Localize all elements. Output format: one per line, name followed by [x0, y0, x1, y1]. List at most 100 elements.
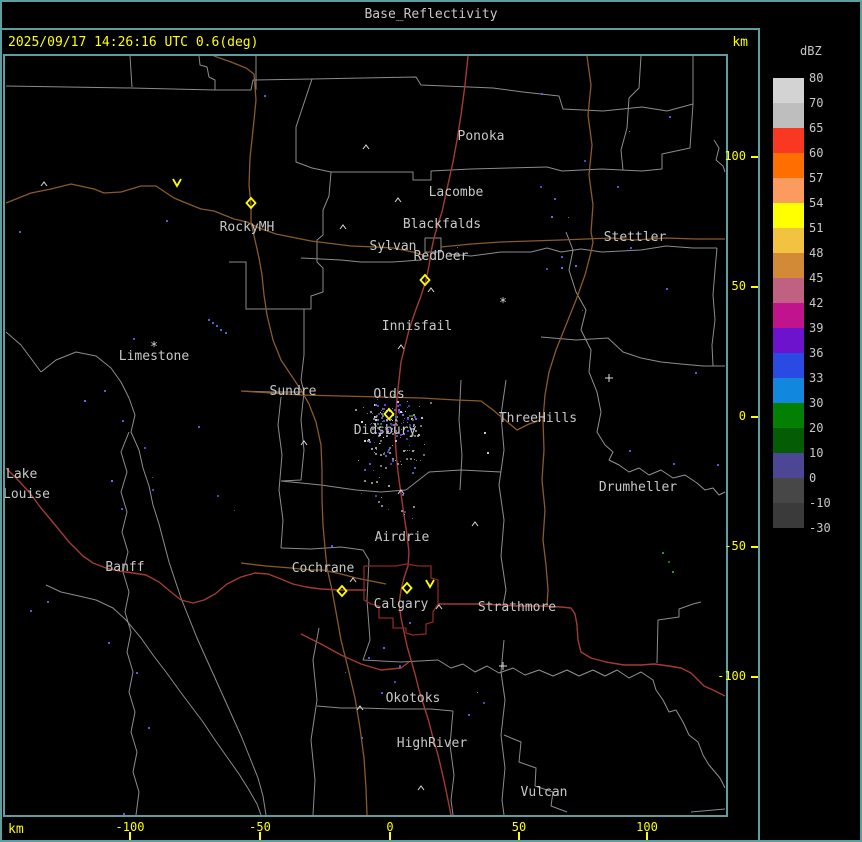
legend-tick-label: 36: [809, 346, 824, 360]
radar-echo-dot: [662, 552, 664, 554]
radar-echo-dot: [372, 413, 373, 414]
radar-echo-dot: [364, 480, 366, 482]
radar-echo-dot: [414, 450, 415, 451]
city-label: Airdrie: [375, 530, 430, 545]
map-line: [546, 56, 694, 172]
map-line: [5, 331, 42, 373]
legend-swatch: [773, 178, 804, 203]
plus-marker-icon: [499, 662, 507, 670]
radar-map[interactable]: * * Ponoka Lacombe Blackfalds Sylvan RedDeer St…: [3, 54, 728, 817]
legend-swatch: [773, 328, 804, 353]
radar-echo-dot: [546, 268, 548, 270]
radar-echo-dot: [198, 426, 200, 428]
radar-echo-dot: [551, 216, 553, 218]
right-axis-unit-label: km: [732, 35, 748, 50]
radar-echo-dot: [380, 454, 382, 456]
legend-tick-label: -30: [809, 521, 831, 535]
map-line: [690, 808, 726, 813]
legend-units-label: dBZ: [800, 44, 822, 58]
caret-marker-icon: [40, 181, 48, 187]
map-line: [250, 221, 368, 816]
radar-echo-dot: [554, 198, 556, 200]
radar-echo-dot: [379, 477, 380, 478]
radar-echo-dot: [395, 440, 397, 442]
radar-echo-dot: [541, 93, 543, 95]
legend-tick-label: 54: [809, 196, 824, 210]
radar-map-canvas[interactable]: **PonokaLacombeBlackfaldsSylvanRedDeerSt…: [3, 55, 726, 816]
radar-echo-dot: [30, 610, 32, 612]
radar-echo-dot: [629, 450, 631, 452]
radar-echo-dot: [695, 372, 697, 374]
radar-echo-dot: [152, 489, 154, 491]
radar-echo-dot: [407, 401, 408, 402]
radar-echo-dot: [389, 447, 391, 449]
radar-echo-dot: [369, 441, 371, 443]
radar-echo-dot: [413, 414, 415, 416]
radar-echo-dot: [385, 455, 387, 457]
radar-echo-dot: [220, 329, 222, 331]
legend-swatch: [773, 503, 804, 528]
radar-echo-dot: [381, 410, 382, 411]
window-title-bar: Base_Reflectivity: [2, 2, 860, 30]
radar-echo-dot: [381, 497, 382, 498]
radar-echo-dot: [717, 464, 719, 466]
city-label: Olds: [373, 387, 404, 402]
legend-tick-label: 20: [809, 421, 824, 435]
map-line: [316, 705, 454, 712]
legend-swatch: [773, 228, 804, 253]
map-line: [310, 627, 320, 816]
dbz-legend: dBZ 80 70 65 60 57 54 51 48 45 42 39 36 33 30 20 10 0 -10…: [758, 28, 860, 840]
map-line: [362, 659, 439, 663]
legend-swatch: [773, 153, 804, 178]
radar-echo-dot: [382, 421, 383, 422]
status-header: 2025/09/17 14:26:16 UTC 0.6(deg) km: [2, 30, 758, 56]
radar-echo-dot: [419, 406, 420, 407]
radar-echo-dot: [19, 231, 21, 233]
radar-echo-dot: [225, 332, 227, 334]
radar-echo-dot: [375, 447, 377, 449]
radar-echo-dot: [392, 445, 393, 446]
radar-echo-dot: [234, 510, 235, 511]
radar-echo-dot: [487, 452, 489, 454]
radar-echo-dot: [409, 622, 411, 624]
caret-marker-icon: [349, 577, 357, 583]
radar-echo-dot: [409, 445, 410, 446]
radar-echo-dot: [404, 514, 405, 515]
radar-echo-dot: [392, 408, 393, 409]
radar-echo-dot: [420, 425, 422, 427]
radar-echo-dot: [398, 409, 400, 411]
caret-marker-icon: [471, 521, 479, 527]
bottom-axis-tick-label: 50: [511, 820, 527, 834]
radar-echo-dot: [122, 420, 124, 422]
station-diamond-icon: [401, 581, 413, 595]
city-label: Lacombe: [429, 185, 484, 200]
radar-echo-dot: [388, 509, 389, 510]
radar-echo-dot: [413, 506, 415, 508]
radar-echo-dot: [398, 411, 400, 413]
radar-echo-dot: [390, 463, 392, 465]
city-label: Stettler: [604, 230, 667, 245]
radar-echo-dot: [123, 813, 125, 815]
map-line: [458, 379, 463, 491]
radar-echo-dot: [386, 419, 387, 420]
legend-tick-label: 30: [809, 396, 824, 410]
legend-swatch: [773, 403, 804, 428]
radar-echo-dot: [561, 267, 563, 269]
radar-echo-dot: [392, 460, 394, 462]
radar-echo-dot: [377, 405, 379, 407]
asterisk-marker-icon: *: [499, 296, 507, 311]
radar-echo-dot: [367, 440, 369, 442]
radar-echo-dot: [420, 460, 421, 461]
radar-echo-dot: [402, 494, 404, 496]
radar-echo-dot: [406, 438, 408, 440]
wind-barb-icon: [172, 178, 182, 188]
city-label: Cochrane: [292, 561, 355, 576]
radar-echo-dot: [152, 477, 153, 478]
radar-echo-dot: [133, 338, 135, 340]
legend-swatch: [773, 278, 804, 303]
radar-echo-dot: [468, 714, 470, 716]
legend-tick-label: 45: [809, 271, 824, 285]
radar-echo-dot: [381, 505, 383, 507]
radar-echo-dot: [540, 186, 542, 188]
city-label: Limestone: [119, 349, 190, 364]
